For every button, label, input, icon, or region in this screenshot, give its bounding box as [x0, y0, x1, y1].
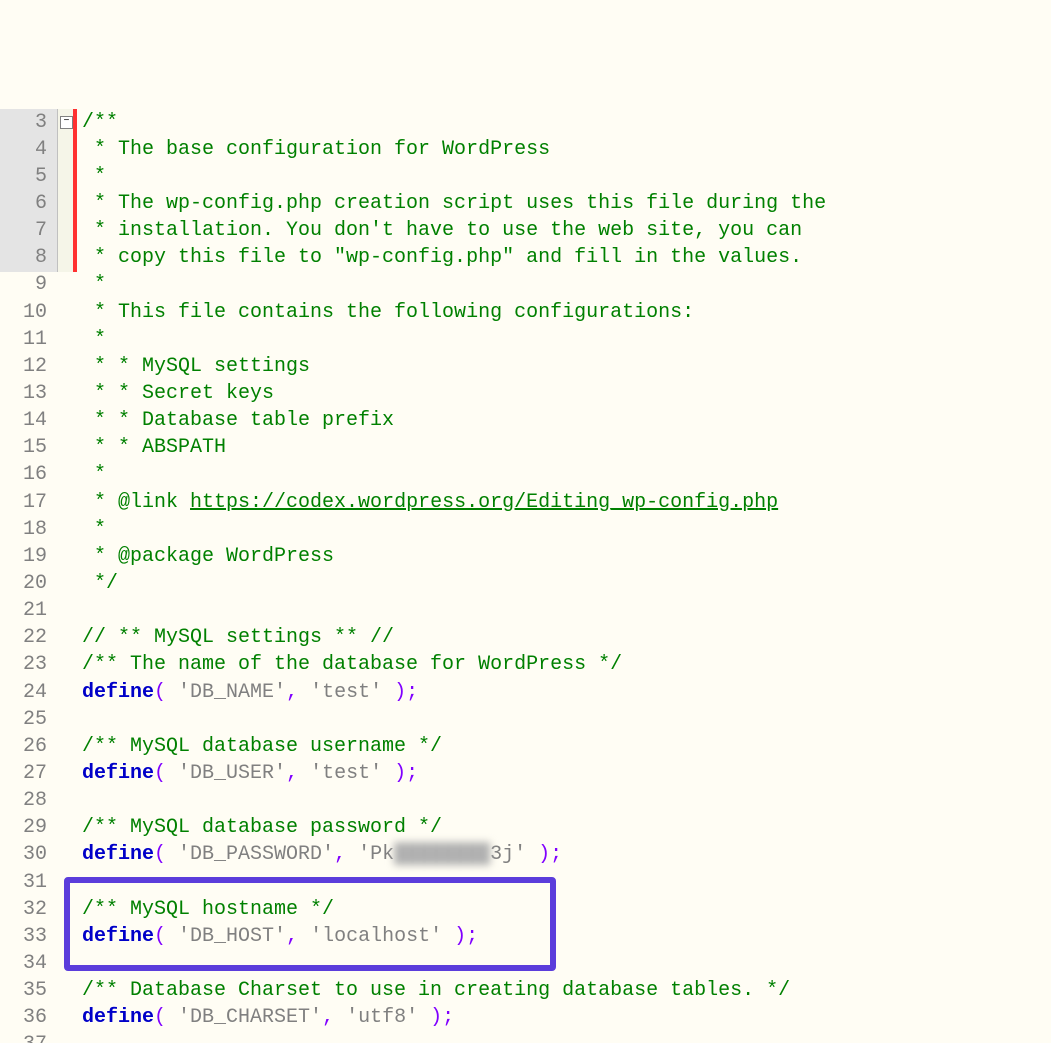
line-number: 30 — [0, 841, 57, 868]
code-line[interactable]: * @link https://codex.wordpress.org/Edit… — [82, 489, 1051, 516]
line-number: 3 — [0, 109, 57, 136]
code-line[interactable] — [82, 597, 1051, 624]
code-line[interactable] — [82, 787, 1051, 814]
line-number: 36 — [0, 1004, 57, 1031]
code-line[interactable]: /** Database Charset to use in creating … — [82, 977, 1051, 1004]
change-indicator-bar — [73, 109, 77, 272]
fold-minus-icon[interactable]: − — [60, 116, 73, 129]
line-number: 12 — [0, 353, 57, 380]
line-number: 24 — [0, 679, 57, 706]
line-number: 23 — [0, 651, 57, 678]
code-line[interactable]: * * MySQL settings — [82, 353, 1051, 380]
code-line[interactable]: /** MySQL database username */ — [82, 733, 1051, 760]
code-line[interactable]: /** MySQL hostname */ — [82, 896, 1051, 923]
line-number: 25 — [0, 706, 57, 733]
code-editor[interactable]: 3456789101112131415161718192021222324252… — [0, 109, 1051, 272]
code-line[interactable]: * — [82, 461, 1051, 488]
line-number: 14 — [0, 407, 57, 434]
code-line[interactable]: * — [82, 516, 1051, 543]
line-number: 6 — [0, 190, 57, 217]
line-number: 10 — [0, 299, 57, 326]
line-number: 13 — [0, 380, 57, 407]
code-line[interactable]: * * Secret keys — [82, 380, 1051, 407]
line-number: 5 — [0, 163, 57, 190]
line-number: 9 — [0, 271, 57, 298]
line-number: 16 — [0, 461, 57, 488]
line-number: 34 — [0, 950, 57, 977]
code-line[interactable]: define( 'DB_HOST', 'localhost' ); — [82, 923, 1051, 950]
code-line[interactable]: * — [82, 326, 1051, 353]
code-line[interactable]: * installation. You don't have to use th… — [82, 217, 1051, 244]
code-line[interactable]: * This file contains the following confi… — [82, 299, 1051, 326]
line-number: 29 — [0, 814, 57, 841]
line-number: 7 — [0, 217, 57, 244]
line-number: 18 — [0, 516, 57, 543]
code-line[interactable]: define( 'DB_NAME', 'test' ); — [82, 679, 1051, 706]
line-number: 37 — [0, 1031, 57, 1043]
code-line[interactable]: * @package WordPress — [82, 543, 1051, 570]
code-line[interactable]: /** — [82, 109, 1051, 136]
line-number: 26 — [0, 733, 57, 760]
line-number: 19 — [0, 543, 57, 570]
line-number: 27 — [0, 760, 57, 787]
code-line[interactable]: /** The name of the database for WordPre… — [82, 651, 1051, 678]
code-line[interactable]: /** MySQL database password */ — [82, 814, 1051, 841]
line-number-gutter: 3456789101112131415161718192021222324252… — [0, 109, 58, 272]
code-line[interactable]: * copy this file to "wp-config.php" and … — [82, 244, 1051, 271]
code-line[interactable] — [82, 1031, 1051, 1043]
code-line[interactable]: // ** MySQL settings ** // — [82, 624, 1051, 651]
line-number: 8 — [0, 244, 57, 271]
line-number: 17 — [0, 489, 57, 516]
line-number: 20 — [0, 570, 57, 597]
line-number: 32 — [0, 896, 57, 923]
code-line[interactable]: * — [82, 163, 1051, 190]
code-line[interactable] — [82, 706, 1051, 733]
code-line[interactable]: define( 'DB_PASSWORD', 'Pk████████3j' ); — [82, 841, 1051, 868]
fold-column[interactable]: −+ — [58, 109, 73, 272]
code-line[interactable]: * — [82, 271, 1051, 298]
code-line[interactable]: * * Database table prefix — [82, 407, 1051, 434]
line-number: 35 — [0, 977, 57, 1004]
code-line[interactable] — [82, 950, 1051, 977]
line-number: 22 — [0, 624, 57, 651]
line-number: 21 — [0, 597, 57, 624]
line-number: 4 — [0, 136, 57, 163]
code-area[interactable]: /** * The base configuration for WordPre… — [82, 109, 1051, 1043]
code-line[interactable] — [82, 869, 1051, 896]
code-line[interactable]: * The base configuration for WordPress — [82, 136, 1051, 163]
code-line[interactable]: define( 'DB_CHARSET', 'utf8' ); — [82, 1004, 1051, 1031]
line-number: 33 — [0, 923, 57, 950]
code-line[interactable]: * * ABSPATH — [82, 434, 1051, 461]
line-number: 15 — [0, 434, 57, 461]
code-line[interactable]: define( 'DB_USER', 'test' ); — [82, 760, 1051, 787]
line-number: 11 — [0, 326, 57, 353]
line-number: 28 — [0, 787, 57, 814]
code-line[interactable]: * The wp-config.php creation script uses… — [82, 190, 1051, 217]
line-number: 31 — [0, 869, 57, 896]
code-line[interactable]: */ — [82, 570, 1051, 597]
